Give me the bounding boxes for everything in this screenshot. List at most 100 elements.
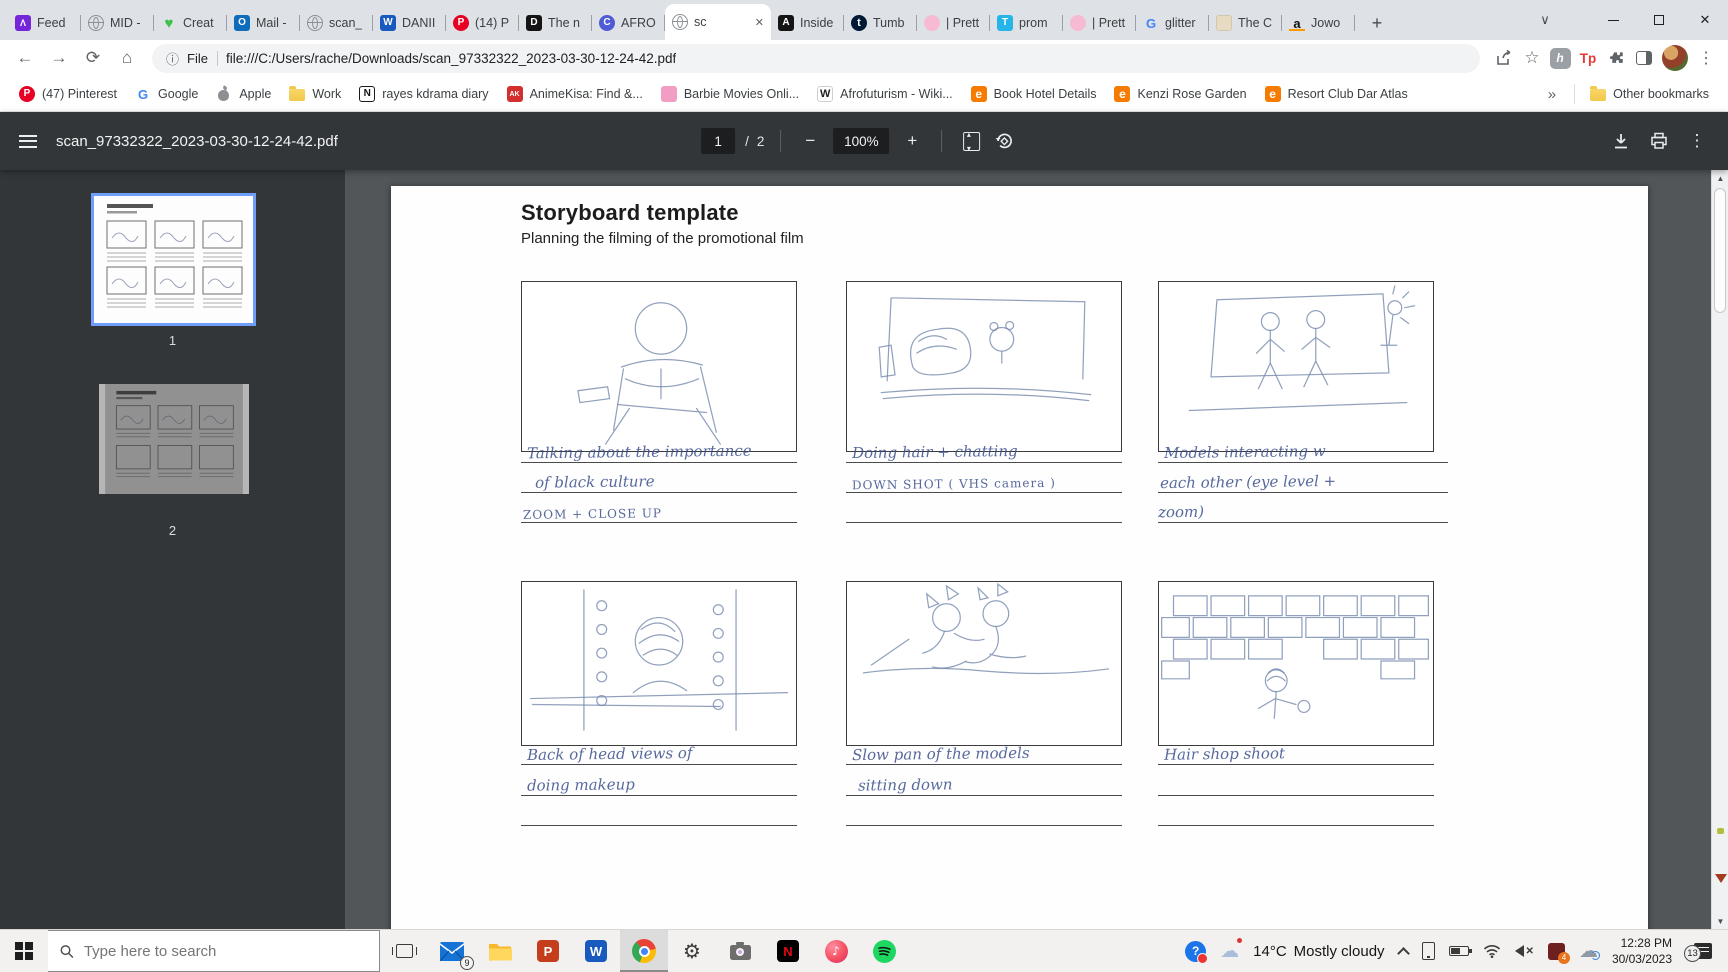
page-thumbnail-1[interactable] (91, 193, 256, 326)
thumbnail-1-label[interactable]: 1 (0, 333, 345, 348)
side-panel-icon[interactable] (1630, 44, 1658, 72)
url-text[interactable]: file:///C:/Users/rache/Downloads/scan_97… (226, 51, 676, 66)
scroll-down-arrow-icon[interactable]: ▼ (1712, 913, 1728, 929)
rotate-icon[interactable] (994, 131, 1014, 151)
taskbar-app-music[interactable]: ♪ (812, 930, 860, 972)
bookmark-book-hotel[interactable]: e Book Hotel Details (962, 81, 1106, 107)
tab-scan-pdf-active[interactable]: sc ✕ (665, 4, 771, 40)
weather-text[interactable]: 14°C Mostly cloudy (1253, 943, 1384, 960)
fit-to-page-icon[interactable] (958, 128, 984, 154)
tab-mail[interactable]: O Mail - (227, 6, 300, 40)
back-icon[interactable]: ← (8, 43, 42, 73)
help-alert-icon[interactable]: ? (1185, 940, 1209, 964)
taskbar-app-chrome[interactable] (620, 930, 668, 972)
url-bar[interactable]: ⓘ File file:///C:/Users/rache/Downloads/… (152, 43, 1480, 73)
window-maximize-button[interactable] (1636, 0, 1682, 40)
window-minimize-button[interactable] (1590, 0, 1636, 40)
bookmark-google[interactable]: G Google (126, 81, 207, 107)
tab-mid[interactable]: MID - (81, 6, 154, 40)
weather-icon[interactable]: ☁ (1220, 938, 1243, 962)
new-tab-button[interactable]: + (1363, 9, 1391, 37)
page-thumbnail-2[interactable] (99, 384, 249, 494)
tab-tumblr[interactable]: t Tumb (844, 6, 917, 40)
taskbar-app-spotify[interactable] (860, 930, 908, 972)
tab-the-n[interactable]: D The n (519, 6, 592, 40)
pdf-menu-icon[interactable] (0, 134, 56, 148)
maximize-icon (1654, 15, 1664, 25)
taskbar-clock[interactable]: 12:28 PM 30/03/2023 (1612, 935, 1672, 967)
tab-scan[interactable]: scan_ (300, 6, 373, 40)
bookmark-animekisa[interactable]: AK AnimeKisa: Find &... (498, 81, 652, 107)
thumbnail-2-label[interactable]: 2 (0, 523, 345, 538)
tray-expand-chevron-icon[interactable] (1396, 945, 1410, 960)
security-app-icon[interactable]: 4 (1547, 942, 1570, 964)
search-input[interactable] (83, 942, 367, 960)
taskbar-app-word[interactable]: W (572, 930, 620, 972)
zoom-out-icon[interactable]: − (797, 128, 823, 154)
caption-line: Models interacting w (1158, 433, 1448, 463)
volume-muted-icon[interactable]: ✕ (1514, 945, 1534, 957)
bookmark-afrofuturism[interactable]: W Afrofuturism - Wiki... (808, 81, 962, 107)
wifi-icon[interactable] (1483, 944, 1501, 958)
task-view-button[interactable] (380, 930, 428, 972)
print-icon[interactable] (1646, 128, 1672, 154)
bookmark-kenzi-rose[interactable]: e Kenzi Rose Garden (1105, 81, 1255, 107)
download-icon[interactable] (1608, 128, 1634, 154)
start-button[interactable] (0, 930, 48, 972)
zoom-in-icon[interactable]: + (899, 128, 925, 154)
page-info-icon[interactable]: ⓘ (166, 49, 179, 68)
bookmark-apple[interactable]: Apple (207, 81, 280, 107)
pdf-more-dots-icon[interactable]: ⋮ (1684, 128, 1710, 154)
other-bookmarks-folder[interactable]: Other bookmarks (1581, 81, 1718, 107)
reload-icon[interactable]: ⟳ (76, 43, 110, 73)
window-close-button[interactable]: ✕ (1682, 0, 1728, 40)
bookmark-work-folder[interactable]: Work (280, 81, 350, 107)
tab-prett-2[interactable]: | Prett (1063, 6, 1136, 40)
tablet-mode-icon[interactable] (1421, 942, 1435, 960)
page-number-input[interactable]: 1 (701, 128, 736, 154)
bookmarks-overflow-chevron[interactable]: » (1536, 86, 1568, 103)
tab-creat[interactable]: ♥ Creat (154, 6, 227, 40)
extension-tp-icon[interactable]: Tp (1574, 44, 1602, 72)
taskbar-app-mail[interactable]: 9 (428, 930, 476, 972)
bookmark-resort-club[interactable]: e Resort Club Dar Atlas (1256, 81, 1417, 107)
taskbar-search-box[interactable] (48, 930, 380, 972)
profile-avatar[interactable] (1662, 45, 1688, 71)
taskbar-app-powerpoint[interactable]: P (524, 930, 572, 972)
bookmark-notion[interactable]: Nrayes kdrama diary (350, 81, 497, 107)
zoom-level-input[interactable]: 100% (833, 128, 890, 154)
onedrive-cloud-icon[interactable]: ☁ (1579, 940, 1600, 962)
battery-icon[interactable] (1448, 946, 1472, 956)
notification-center-button[interactable]: 13 (1684, 943, 1712, 962)
tab-prett-1[interactable]: | Prett (917, 6, 990, 40)
tab-search-chevron-icon[interactable]: ∨ (1530, 12, 1560, 28)
extension-honey-icon[interactable]: h (1546, 44, 1574, 72)
taskbar-app-file-explorer[interactable] (476, 930, 524, 972)
taskbar-app-netflix[interactable]: N (764, 930, 812, 972)
bookmark-barbie[interactable]: Barbie Movies Onli... (652, 81, 808, 107)
tab-the-c[interactable]: The C (1209, 6, 1282, 40)
tab-pinterest[interactable]: P (14) P (446, 6, 519, 40)
close-tab-icon[interactable]: ✕ (755, 16, 764, 29)
taskbar-app-settings[interactable]: ⚙ (668, 930, 716, 972)
tab-feed[interactable]: Λ Feed (8, 6, 81, 40)
tab-prom[interactable]: Tprom (990, 6, 1063, 40)
tab-glitter[interactable]: Gglitter (1136, 6, 1209, 40)
tab-inside[interactable]: A Inside (771, 6, 844, 40)
tab-afro[interactable]: C AFRO (592, 6, 665, 40)
vertical-scrollbar[interactable]: ▲ ▼ (1711, 170, 1728, 929)
battery-glyph (1448, 946, 1472, 956)
tab-danii[interactable]: W DANII (373, 6, 446, 40)
scrollbar-thumb[interactable] (1714, 188, 1726, 313)
bookmark-pinterest[interactable]: P (47) Pinterest (10, 81, 126, 107)
share-icon[interactable] (1490, 44, 1518, 72)
bookmark-star-icon[interactable]: ☆ (1518, 44, 1546, 72)
extensions-puzzle-icon[interactable] (1602, 44, 1630, 72)
scroll-up-arrow-icon[interactable]: ▲ (1712, 170, 1728, 186)
browser-menu-dots-icon[interactable]: ⋮ (1692, 44, 1720, 72)
forward-icon[interactable]: → (42, 43, 76, 73)
scrollbar-marker-red (1715, 874, 1727, 883)
tab-jowo[interactable]: a Jowo (1282, 6, 1355, 40)
taskbar-app-camera[interactable] (716, 930, 764, 972)
home-icon[interactable]: ⌂ (110, 43, 144, 73)
